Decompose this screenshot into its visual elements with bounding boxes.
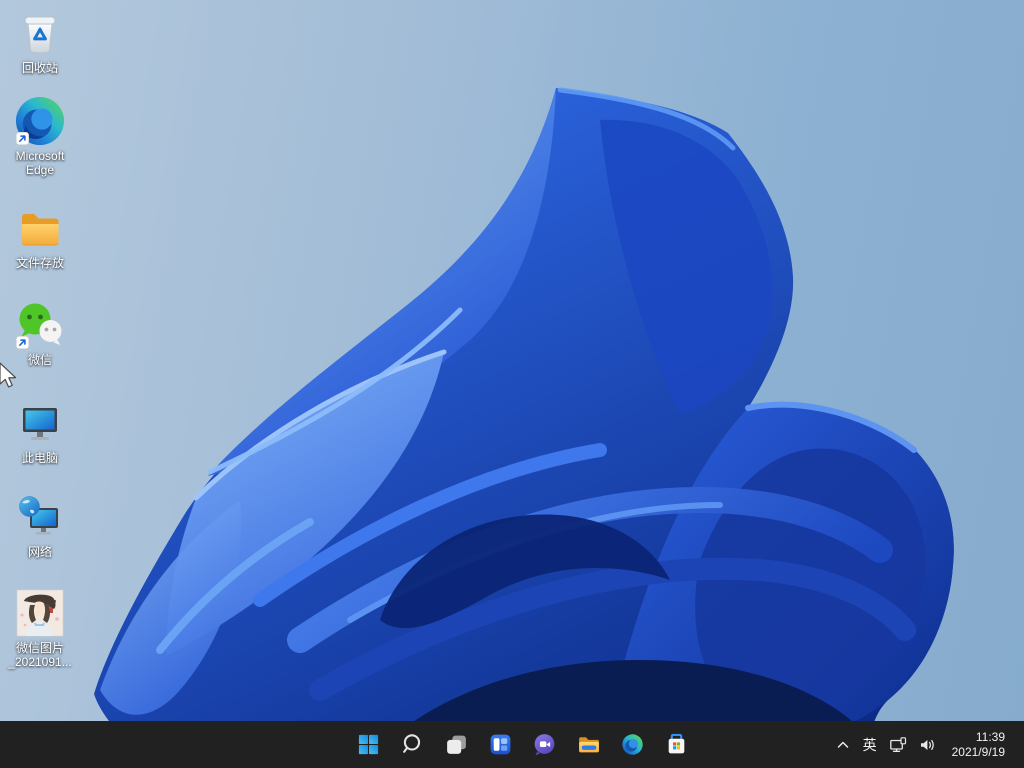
shortcut-arrow-icon [16,132,29,145]
icon-label: 此电脑 [22,451,58,465]
start-button[interactable] [346,723,390,767]
desktop-icon-file-folder[interactable]: 文件存放 [1,203,79,270]
icon-label: Microsoft Edge [1,149,79,177]
search-icon [400,732,425,757]
task-view-button[interactable] [434,723,478,767]
desktop-icon-recycle-bin[interactable]: 回收站 [1,8,79,75]
edge-button[interactable] [610,723,654,767]
widgets-button[interactable] [478,723,522,767]
hidden-icons-button[interactable] [829,725,857,765]
network-button[interactable] [883,725,913,765]
this-pc-icon [16,399,64,447]
tray-time: 11:39 [976,730,1005,745]
network-icon [16,493,64,541]
tray-date: 2021/9/19 [952,745,1005,760]
store-icon [664,732,689,757]
input-language-button[interactable]: 英 [857,725,883,765]
store-button[interactable] [654,723,698,767]
desktop-icon-wechat[interactable]: 微信 [1,300,79,367]
ethernet-icon [889,737,907,753]
speaker-icon [919,737,936,753]
taskbar-center-group [346,721,698,768]
chat-icon [532,732,557,757]
desktop-background [0,0,1024,768]
chat-button[interactable] [522,723,566,767]
widgets-icon [488,732,513,757]
icon-label: 回收站 [22,61,58,75]
desktop-icon-microsoft-edge[interactable]: Microsoft Edge [1,96,79,177]
input-language-label: 英 [863,738,877,752]
task-view-icon [444,732,469,757]
taskbar: 英 11:39 2021/9/19 [0,721,1024,768]
icon-label: 微信 [28,353,52,367]
icon-label: 文件存放 [16,256,64,270]
image-thumbnail [16,589,64,637]
volume-button[interactable] [913,725,942,765]
clock-button[interactable]: 11:39 2021/9/19 [946,725,1011,765]
search-button[interactable] [390,723,434,767]
chevron-up-icon [835,737,851,753]
system-tray: 英 11:39 2021/9/19 [829,721,1024,768]
desktop-icon-this-pc[interactable]: 此电脑 [1,398,79,465]
icon-label: 微信图片 _2021091... [8,641,71,669]
desktop-icon-network[interactable]: 网络 [1,492,79,559]
edge-icon [620,732,645,757]
file-explorer-icon [576,732,601,757]
shortcut-arrow-icon [16,336,29,349]
folder-icon [16,204,64,252]
icon-label: 网络 [28,545,52,559]
bloom-wallpaper [0,0,1024,768]
recycle-bin-icon [16,9,64,57]
windows-11-desktop: 回收站 Microsoft Edge [0,0,1024,768]
desktop-icon-wechat-image[interactable]: 微信图片 _2021091... [1,588,79,669]
start-icon [356,732,381,757]
file-explorer-button[interactable] [566,723,610,767]
